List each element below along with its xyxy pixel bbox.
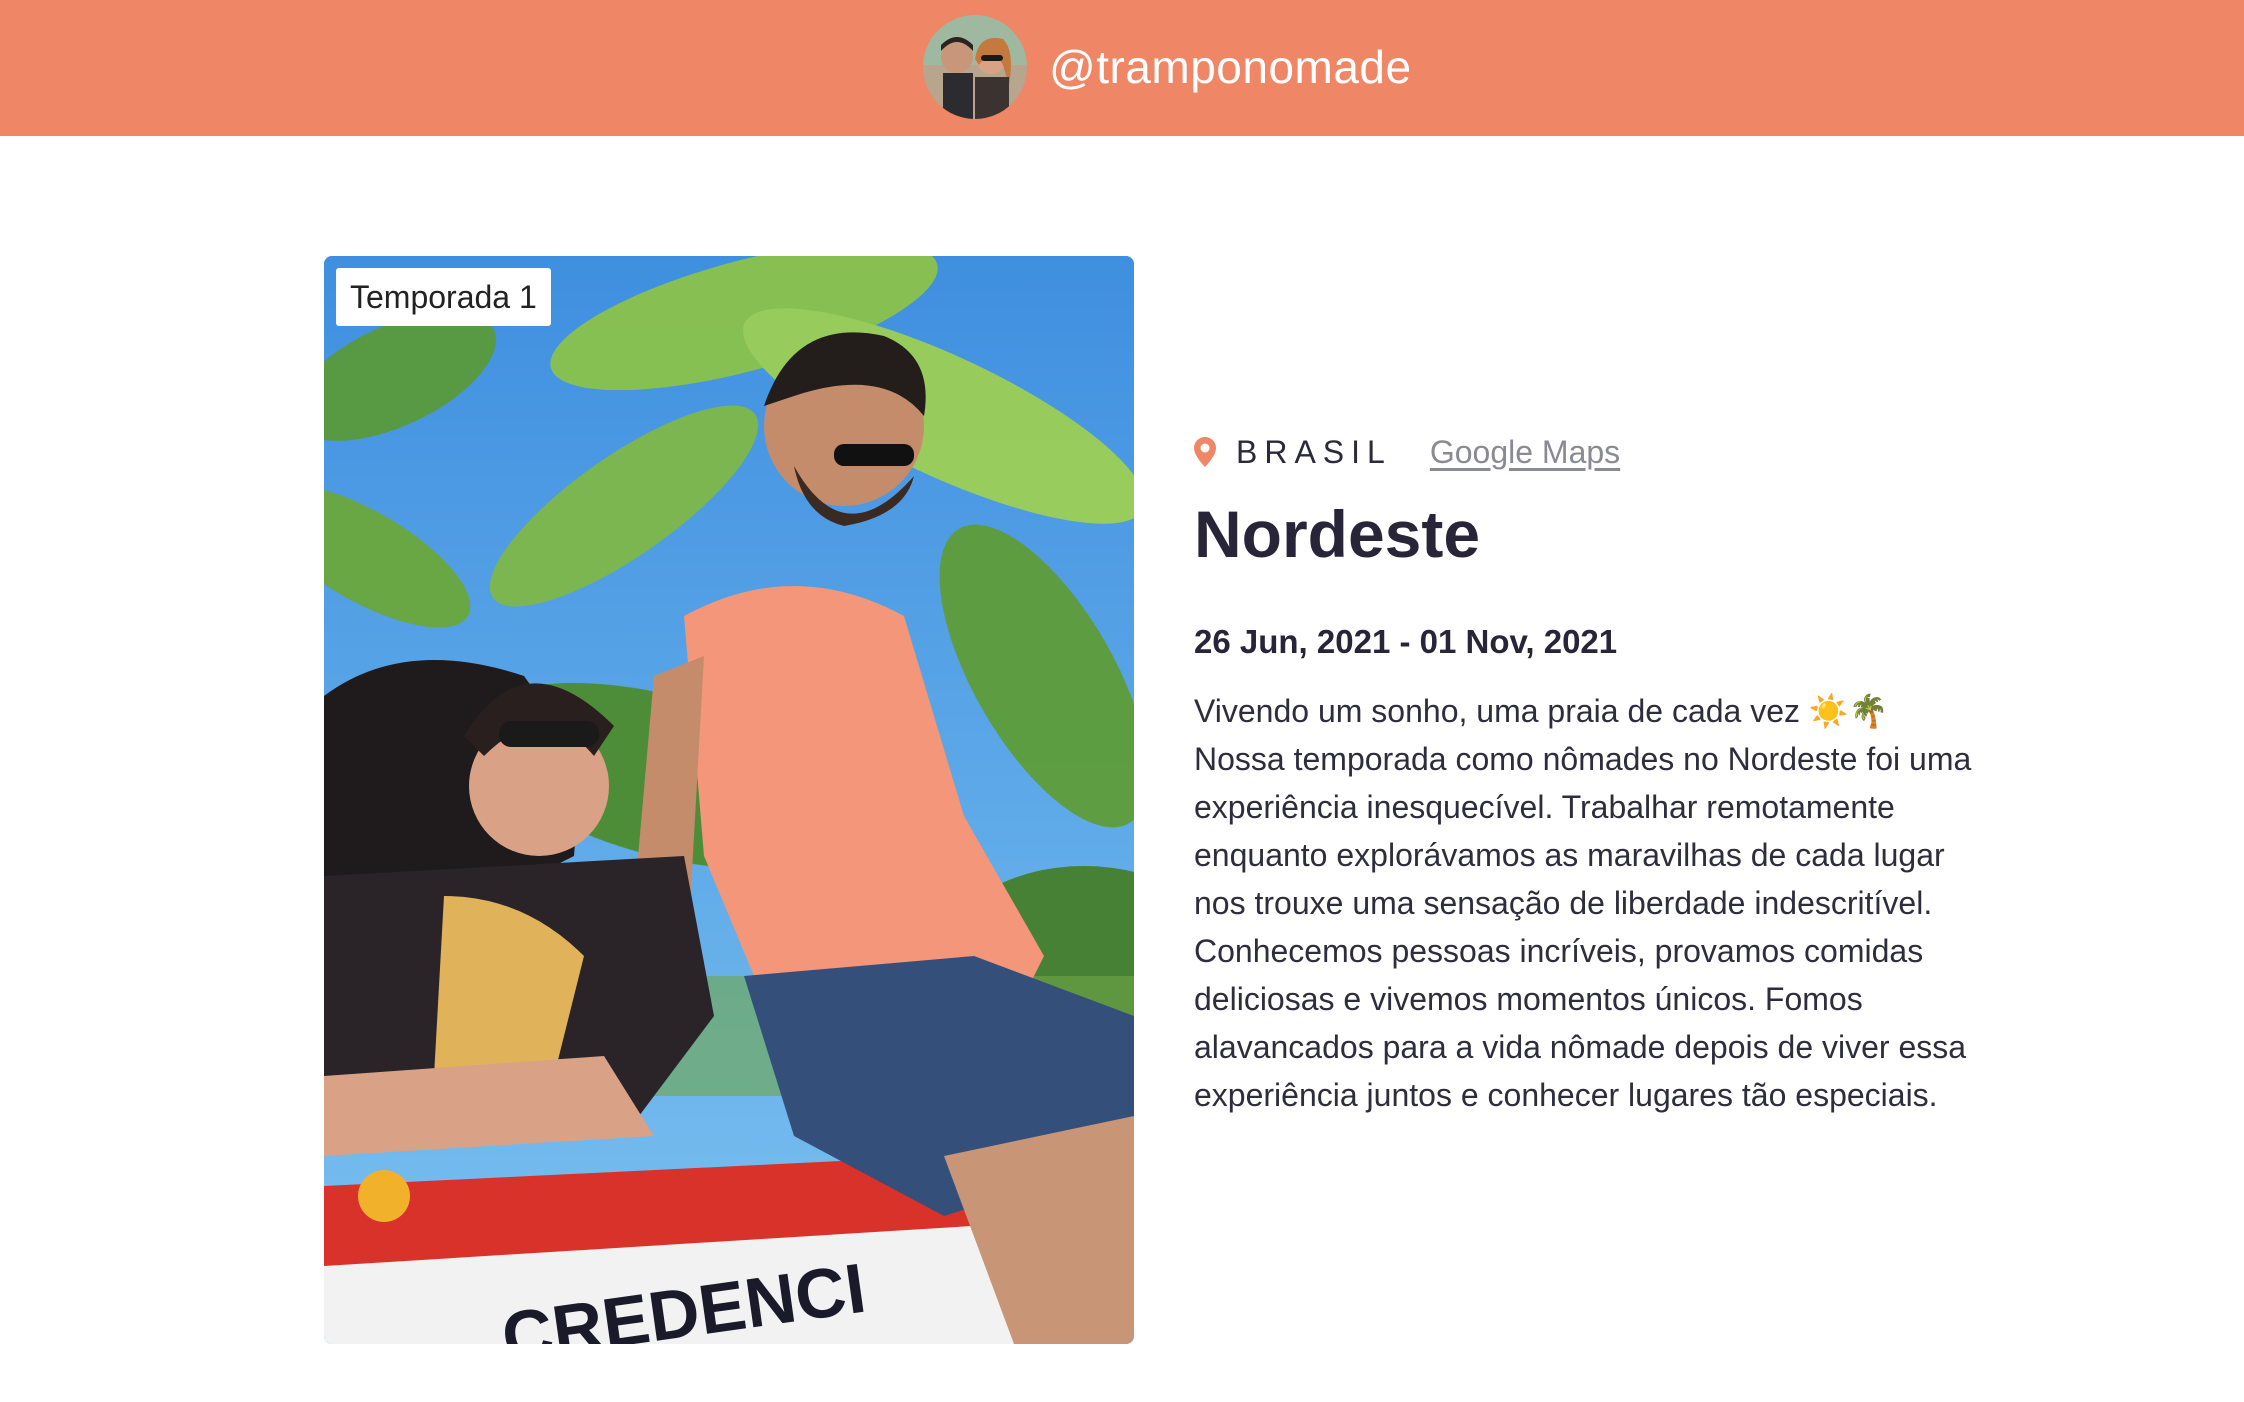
map-pin-icon xyxy=(1194,437,1216,467)
season-badge: Temporada 1 xyxy=(336,268,551,326)
profile-handle[interactable]: @tramponomade xyxy=(1049,40,1412,94)
date-range: 26 Jun, 2021 - 01 Nov, 2021 xyxy=(1194,622,1618,660)
trip-description: Vivendo um sonho, uma praia de cada vez … xyxy=(1194,692,1972,1113)
trip-info: BRASIL Google Maps Nordeste 26 Jun, 2021… xyxy=(1194,430,2014,1151)
avatar[interactable] xyxy=(923,15,1027,119)
profile-link[interactable]: @tramponomade xyxy=(923,15,1412,119)
page-title: Nordeste xyxy=(1194,497,1481,571)
beach-couple-photo: CREDENCI xyxy=(324,256,1134,1344)
google-maps-link[interactable]: Google Maps xyxy=(1430,434,1620,471)
country-label: BRASIL xyxy=(1236,433,1392,470)
season-photo-card[interactable]: CREDENCI Temporada 1 xyxy=(324,256,1134,1344)
top-header: @tramponomade xyxy=(0,0,2244,136)
location-row: BRASIL Google Maps xyxy=(1194,430,2014,474)
